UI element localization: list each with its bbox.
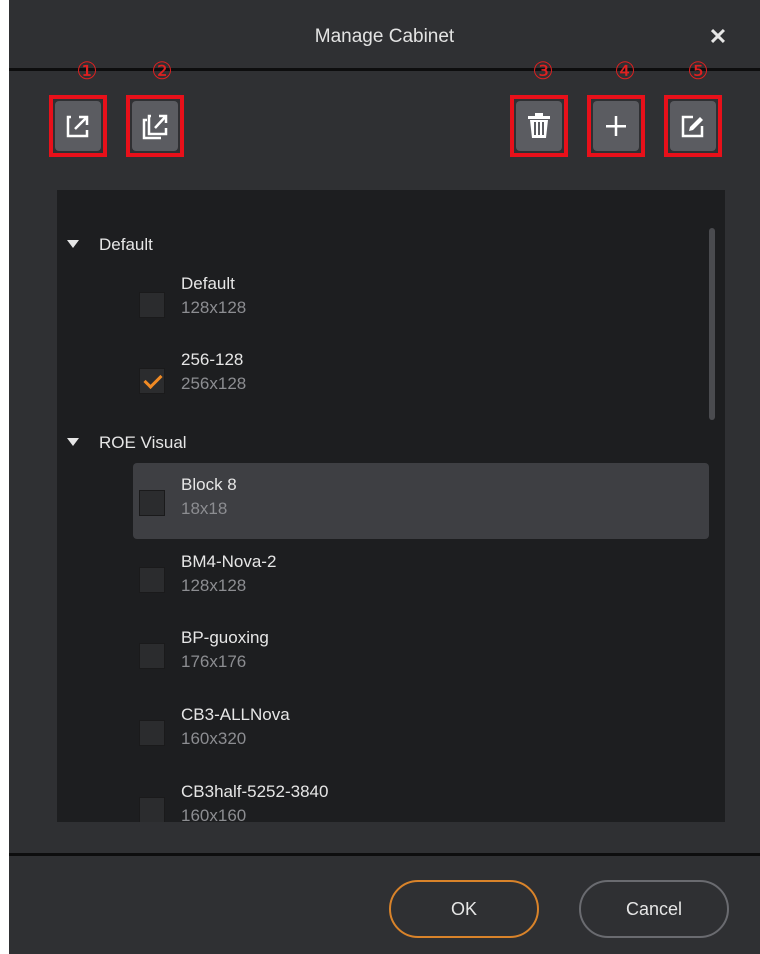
ok-button[interactable]: OK	[389, 880, 539, 938]
item-size: 18x18	[181, 499, 228, 518]
marker-1: ①	[76, 57, 98, 85]
list-item[interactable]: CB3half-5252-3840 160x160	[133, 770, 709, 822]
item-checkbox[interactable]	[139, 643, 165, 669]
group-default[interactable]: Default	[57, 230, 697, 260]
item-size: 128x128	[181, 576, 247, 595]
item-size: 256x128	[181, 374, 247, 393]
item-name: CB3-ALLNova	[181, 705, 290, 724]
cancel-button[interactable]: Cancel	[579, 880, 729, 938]
item-checkbox[interactable]	[139, 720, 165, 746]
marker-3: ③	[532, 57, 554, 85]
item-checkbox[interactable]	[139, 797, 165, 822]
item-size: 160x320	[181, 729, 247, 748]
list-item[interactable]: Block 8 18x18	[133, 463, 709, 539]
item-checkbox[interactable]	[139, 567, 165, 593]
item-size: 176x176	[181, 652, 247, 671]
add-button[interactable]	[587, 95, 645, 157]
title-separator	[9, 68, 760, 71]
cabinet-list[interactable]: Default Default 128x128 256-128 256x128 …	[57, 190, 725, 822]
edit-button[interactable]	[664, 95, 722, 157]
close-icon[interactable]: ✕	[705, 24, 731, 50]
group-label: Default	[99, 235, 153, 254]
list-item[interactable]: BM4-Nova-2 128x128	[133, 540, 709, 616]
item-name: BP-guoxing	[181, 628, 269, 647]
marker-4: ④	[614, 57, 636, 85]
marker-5: ⑤	[687, 57, 709, 85]
list-item[interactable]: Default 128x128	[133, 262, 709, 338]
item-checkbox[interactable]	[139, 292, 165, 318]
export-all-button[interactable]	[126, 95, 184, 157]
collapse-arrow-icon[interactable]	[67, 438, 79, 446]
item-name: BM4-Nova-2	[181, 552, 277, 571]
collapse-arrow-icon[interactable]	[67, 240, 79, 248]
list-scrollbar[interactable]	[709, 228, 715, 420]
item-name: Block 8	[181, 475, 237, 494]
item-name: Default	[181, 274, 235, 293]
item-name: CB3half-5252-3840	[181, 782, 329, 801]
item-name: 256-128	[181, 350, 244, 369]
list-item[interactable]: CB3-ALLNova 160x320	[133, 693, 709, 769]
dialog-title: Manage Cabinet	[314, 26, 455, 47]
footer-separator	[9, 853, 760, 856]
item-size: 128x128	[181, 298, 247, 317]
item-checkbox[interactable]	[139, 368, 165, 394]
group-roe-visual[interactable]: ROE Visual	[57, 428, 697, 458]
list-item[interactable]: BP-guoxing 176x176	[133, 616, 709, 692]
item-checkbox[interactable]	[139, 490, 165, 516]
delete-button[interactable]	[510, 95, 568, 157]
list-item[interactable]: 256-128 256x128	[133, 338, 709, 414]
item-size: 160x160	[181, 806, 247, 822]
export-button[interactable]	[49, 95, 107, 157]
title-bar: Manage Cabinet ✕	[9, 0, 760, 70]
group-label: ROE Visual	[99, 433, 187, 452]
marker-2: ②	[151, 57, 173, 85]
